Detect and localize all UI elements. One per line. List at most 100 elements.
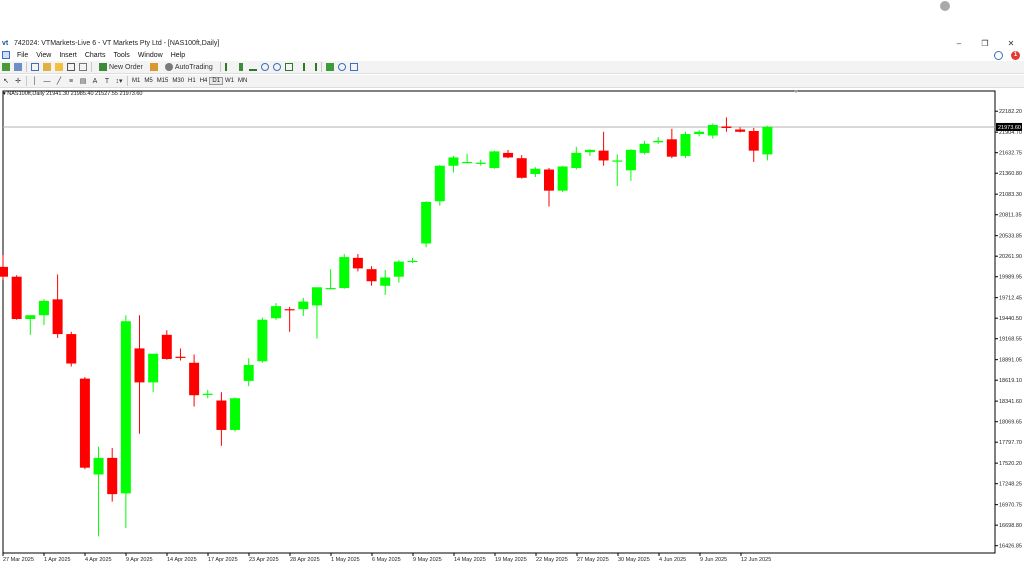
candle-body <box>503 152 514 158</box>
menu-help[interactable]: Help <box>167 52 189 59</box>
candle-body <box>339 257 350 289</box>
crosshair-button[interactable]: ✛ <box>13 76 23 87</box>
bar-chart-icon <box>224 63 233 71</box>
x-tick-label: 14 May 2025 <box>454 557 486 563</box>
candle-body <box>489 151 500 168</box>
market-watch-button[interactable] <box>30 62 40 73</box>
chart-window[interactable]: 22182.20 21904.70 21632.75 21360.80 21083.30… <box>0 89 1024 564</box>
window-title: 742024: VTMarkets-Live 6 - VT Markets Pt… <box>14 40 220 47</box>
new-chart-button[interactable] <box>1 62 11 73</box>
mt4-window: vt 742024: VTMarkets-Live 6 - VT Markets… <box>0 0 1024 564</box>
timeframe-h1[interactable]: H1 <box>186 78 198 84</box>
indicators-button[interactable] <box>325 62 335 73</box>
line-chart-button[interactable] <box>248 62 258 73</box>
timeframe-m30[interactable]: M30 <box>170 78 186 84</box>
search-icon[interactable] <box>994 50 1003 60</box>
timeframe-m5[interactable]: M5 <box>142 78 154 84</box>
candle-body <box>407 260 418 263</box>
drawing-toolbar: ↖ ✛ │ — ╱ ≡ ▤ A T ↕▾ M1 M5 M15 M30 H1 H4… <box>0 75 1024 88</box>
arrows-button[interactable]: ↕▾ <box>114 76 124 87</box>
timeframe-m1[interactable]: M1 <box>130 78 142 84</box>
autoscroll-icon <box>309 63 317 71</box>
menu-tools[interactable]: Tools <box>109 52 133 59</box>
candlestick-icon <box>238 63 243 71</box>
autotrading-button[interactable]: AutoTrading <box>161 62 217 73</box>
vertical-line-button[interactable]: │ <box>30 76 40 87</box>
y-tick-label: 22182.20 <box>999 109 1022 115</box>
close-button[interactable]: ✕ <box>998 38 1024 49</box>
menu-charts[interactable]: Charts <box>81 52 110 59</box>
timeframe-w1[interactable]: W1 <box>223 78 236 84</box>
timeframe-d1[interactable]: D1 <box>209 77 224 85</box>
templates-icon <box>349 63 358 71</box>
candle-body <box>516 158 527 178</box>
candle-body <box>66 334 77 364</box>
strategy-tester-button[interactable] <box>78 62 88 73</box>
candle-body <box>298 301 309 310</box>
periods-button[interactable] <box>337 62 347 73</box>
x-tick-label: 22 May 2025 <box>536 557 568 563</box>
text-button[interactable]: A <box>90 76 100 87</box>
minimize-button[interactable]: – <box>946 38 972 49</box>
candlestick-button[interactable] <box>236 62 246 73</box>
y-tick-label: 20811.35 <box>999 213 1022 219</box>
restore-button[interactable]: ❐ <box>972 38 998 49</box>
y-tick-label: 19168.55 <box>999 337 1022 343</box>
autoscroll-button[interactable] <box>308 62 318 73</box>
candle-body <box>25 315 36 319</box>
menu-file[interactable]: File <box>13 52 32 59</box>
horizontal-line-button[interactable]: — <box>42 76 52 87</box>
current-price-label: 21973.60 <box>998 125 1021 131</box>
tile-windows-button[interactable] <box>284 62 294 73</box>
candle-body <box>393 261 404 277</box>
menu-insert[interactable]: Insert <box>55 52 81 59</box>
y-tick-label: 21083.30 <box>999 192 1022 198</box>
profiles-button[interactable] <box>13 62 23 73</box>
candle-body <box>352 257 363 269</box>
menu-bar: File View Insert Charts Tools Window Hel… <box>0 49 1024 61</box>
navigator-button[interactable] <box>54 62 64 73</box>
chart-shift-button[interactable] <box>296 62 306 73</box>
fibonacci-button[interactable]: ▤ <box>78 76 88 87</box>
menu-window[interactable]: Window <box>134 52 167 59</box>
y-tick-label: 21632.75 <box>999 151 1022 157</box>
terminal-button[interactable] <box>66 62 76 73</box>
x-tick-label: 6 May 2025 <box>372 557 401 563</box>
candle-body <box>612 160 623 162</box>
timeframe-m15[interactable]: M15 <box>155 78 171 84</box>
candle-body <box>271 306 281 319</box>
alert-badge[interactable]: 1 <box>1011 50 1020 60</box>
bar-chart-button[interactable] <box>224 62 234 73</box>
toolbar-separator <box>26 62 27 72</box>
candle-body <box>625 149 636 171</box>
y-tick-label: 18341.60 <box>999 399 1022 405</box>
price-chart[interactable]: 22182.20 21904.70 21632.75 21360.80 21083.30… <box>0 89 1024 564</box>
timeframe-h4[interactable]: H4 <box>198 78 210 84</box>
y-tick-label: 18619.10 <box>999 378 1022 384</box>
templates-button[interactable] <box>349 62 359 73</box>
chart-shift-icon <box>297 63 305 71</box>
new-order-button[interactable]: New Order <box>95 62 147 73</box>
y-tick-label: 16426.85 <box>999 544 1022 550</box>
trendline-button[interactable]: ╱ <box>54 76 64 87</box>
candle-body <box>366 269 377 282</box>
candle-body <box>311 287 322 306</box>
candle-body <box>202 393 213 395</box>
metaeditor-button[interactable] <box>149 62 159 73</box>
label-button[interactable]: T <box>102 76 112 87</box>
new-chart-icon <box>2 63 10 71</box>
candle-body <box>325 288 336 290</box>
periods-icon <box>337 63 346 71</box>
candle-body <box>38 300 49 316</box>
x-tick-label: 19 May 2025 <box>495 557 527 563</box>
cursor-button[interactable]: ↖ <box>1 76 11 87</box>
menu-view[interactable]: View <box>32 52 55 59</box>
x-tick-label: 4 Apr 2025 <box>85 557 112 563</box>
candle-body <box>421 201 432 244</box>
channel-button[interactable]: ≡ <box>66 76 76 87</box>
zoom-out-button[interactable] <box>272 62 282 73</box>
timeframe-mn[interactable]: MN <box>236 78 249 84</box>
candle-body <box>666 139 677 157</box>
data-window-button[interactable] <box>42 62 52 73</box>
zoom-in-button[interactable] <box>260 62 270 73</box>
